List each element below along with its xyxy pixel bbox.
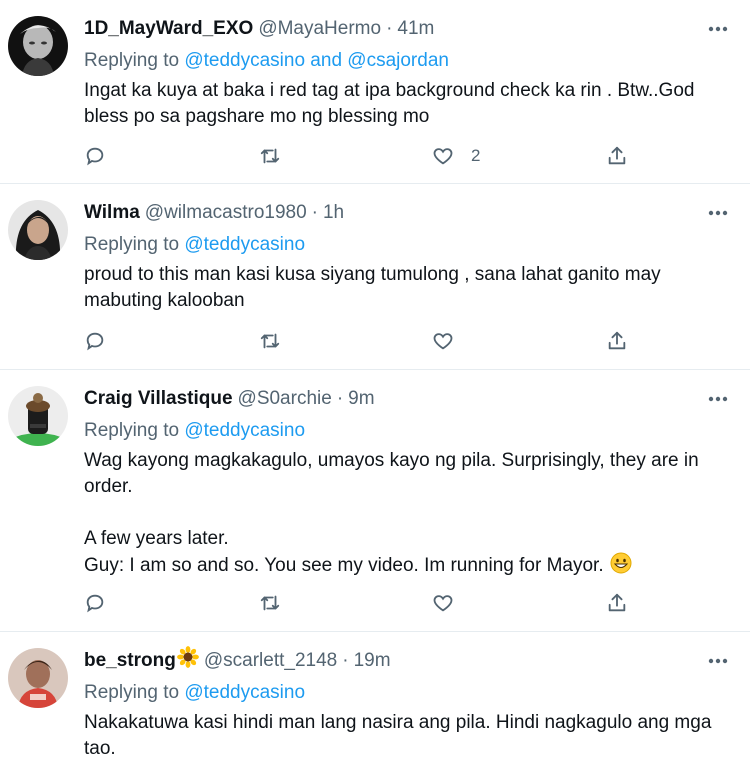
retweet-icon [260,595,280,611]
share-icon [608,146,626,165]
tweet[interactable]: Craig Villastique @S0archie · 9m Replyin… [0,370,750,632]
reply-button[interactable] [84,588,106,618]
more-dots-icon [708,26,728,32]
avatar[interactable] [8,386,68,446]
avatar[interactable] [8,648,68,708]
replying-to: Replying to @teddycasino [84,680,730,706]
user-handle[interactable]: @S0archie [238,386,332,412]
more-options-button[interactable] [706,386,730,412]
timestamp[interactable]: 19m [354,648,391,674]
avatar[interactable] [8,200,68,260]
heart-icon [433,333,453,350]
tweet-header: 1D_MayWard_EXO @MayaHermo · 41m [84,16,730,42]
replying-to: Replying to @teddycasino [84,232,730,258]
share-button[interactable] [606,141,628,171]
like-count: 2 [471,146,481,165]
tweet-text-body: Wag kayong magkakagulo, umayos kayo ng p… [84,450,699,576]
replying-prefix: Replying to [84,234,185,255]
share-icon [608,331,626,350]
tweet-actions [84,326,644,356]
like-button[interactable] [431,326,455,356]
more-options-button[interactable] [706,200,730,226]
tweet-actions: 2 [84,141,644,171]
display-name[interactable]: Wilma [84,200,140,226]
replying-mentions[interactable]: @teddycasino [184,234,305,255]
replying-prefix: Replying to [84,50,185,71]
tweet-text: Wag kayong magkakagulo, umayos kayo ng p… [84,448,730,582]
grinning-emoji-icon [610,552,632,582]
tweet[interactable]: be_strong @scarlett_2148 · 19m Replying … [0,632,750,764]
like-button[interactable]: 2 [431,141,480,171]
timestamp[interactable]: 1h [323,200,344,226]
retweet-button[interactable] [258,326,282,356]
share-button[interactable] [606,326,628,356]
tweet-header: be_strong @scarlett_2148 · 19m [84,646,730,676]
replying-mentions[interactable]: @teddycasino and @csajordan [184,50,449,71]
heart-icon [433,148,453,165]
more-options-button[interactable] [706,16,730,42]
separator-dot: · [311,202,318,223]
more-dots-icon [708,396,728,402]
user-handle[interactable]: @wilmacastro1980 [145,200,307,226]
tweet[interactable]: Wilma @wilmacastro1980 · 1h Replying to … [0,184,750,370]
tweet-header: Wilma @wilmacastro1980 · 1h [84,200,730,226]
tweet-text: Nakakatuwa kasi hindi man lang nasira an… [84,712,712,759]
reply-bubble-icon [86,594,104,613]
retweet-button[interactable] [258,588,282,618]
retweet-icon [260,333,280,349]
replying-prefix: Replying to [84,420,185,441]
replying-to: Replying to @teddycasino [84,418,730,444]
separator-dot: · [336,388,344,409]
more-options-button[interactable] [706,648,730,674]
share-button[interactable] [606,588,628,618]
timestamp[interactable]: 9m [348,386,374,412]
replying-mentions[interactable]: @teddycasino [184,420,305,441]
retweet-button[interactable] [258,141,282,171]
tweet[interactable]: 1D_MayWard_EXO @MayaHermo · 41m Replying… [0,0,750,184]
heart-icon [433,595,453,612]
share-icon [608,593,626,612]
timestamp[interactable]: 41m [397,16,434,42]
reply-bubble-icon [86,332,104,351]
replying-mentions[interactable]: @teddycasino [184,682,305,703]
tweet-text: Ingat ka kuya at baka i red tag at ipa b… [84,80,695,127]
avatar[interactable] [8,16,68,76]
tweet-header: Craig Villastique @S0archie · 9m [84,386,730,412]
like-button[interactable] [431,588,455,618]
replying-prefix: Replying to [84,682,185,703]
more-dots-icon [708,658,728,664]
tweet-feed: 1D_MayWard_EXO @MayaHermo · 41m Replying… [0,0,750,764]
sunflower-emoji-icon [176,646,199,676]
reply-button[interactable] [84,141,106,171]
retweet-icon [260,148,280,164]
display-name[interactable]: be_strong [84,648,176,674]
tweet-text: proud to this man kasi kusa siyang tumul… [84,264,661,311]
display-name[interactable]: Craig Villastique [84,386,233,412]
tweet-actions [84,588,644,618]
user-handle[interactable]: @scarlett_2148 [204,648,337,674]
separator-dot: · [342,650,349,671]
separator-dot: · [386,18,393,39]
display-name[interactable]: 1D_MayWard_EXO [84,16,253,42]
user-handle[interactable]: @MayaHermo [258,16,381,42]
more-dots-icon [708,210,728,216]
reply-bubble-icon [86,147,104,166]
reply-button[interactable] [84,326,106,356]
replying-to: Replying to @teddycasino and @csajordan [84,48,730,74]
